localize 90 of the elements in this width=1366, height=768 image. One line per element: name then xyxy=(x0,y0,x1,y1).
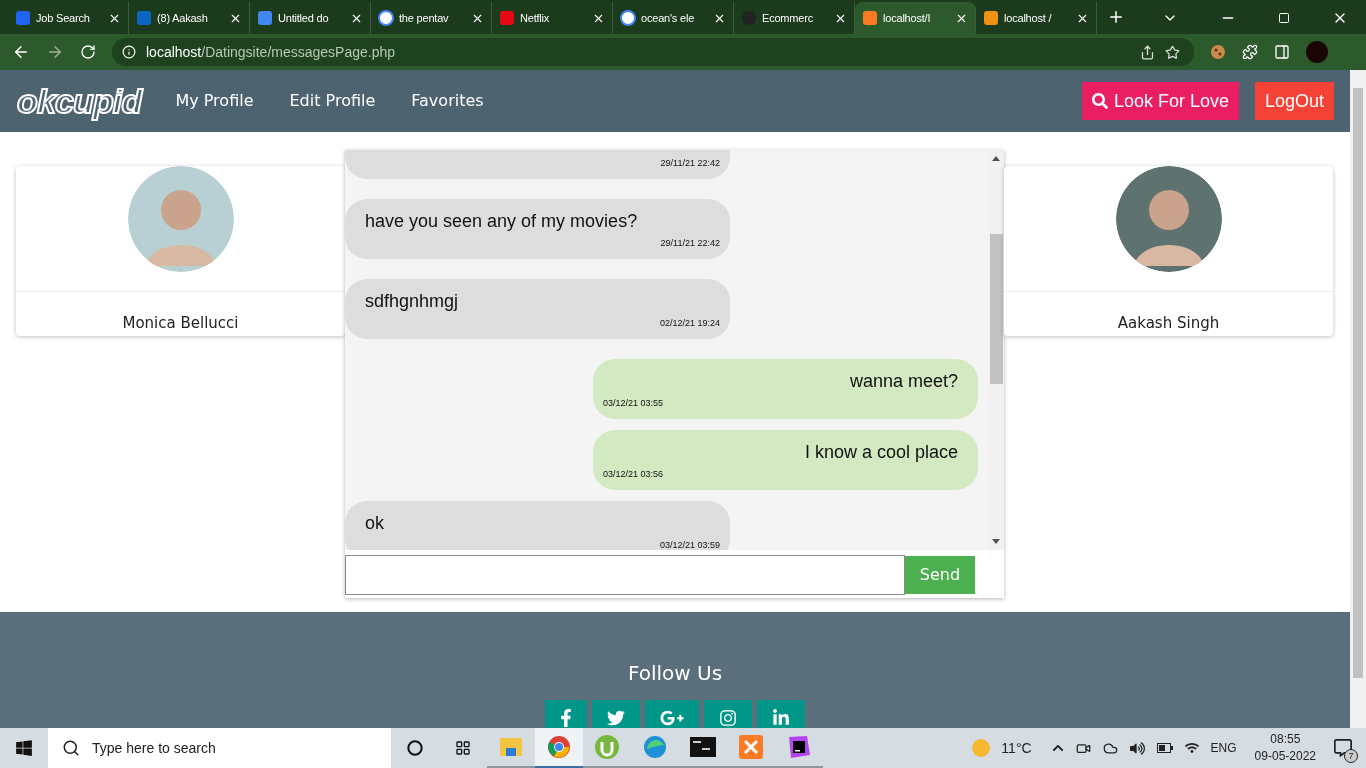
language-indicator[interactable]: ENG xyxy=(1210,739,1237,757)
bookmark-star-icon[interactable] xyxy=(1165,44,1180,60)
search-placeholder: Type here to search xyxy=(92,738,216,758)
message-text: ok xyxy=(365,512,384,535)
side-panel-icon[interactable] xyxy=(1274,44,1290,60)
cookie-icon[interactable] xyxy=(1210,44,1226,60)
tab-favicon-icon xyxy=(862,10,878,26)
tab-favicon-icon xyxy=(620,10,636,26)
tab-title: the pentav xyxy=(399,10,450,26)
message-text: have you seen any of my movies? xyxy=(365,210,638,233)
message-text: sdfhgnhmgj xyxy=(365,290,459,313)
taskbar-search-field[interactable]: Type here to search xyxy=(48,728,391,768)
message-text: wanna meet? xyxy=(849,370,958,393)
share-icon[interactable] xyxy=(1140,44,1155,60)
message-timestamp: 02/12/21 19:24 xyxy=(659,317,720,329)
notifications-icon[interactable] xyxy=(1334,739,1352,757)
tab-title: Untitled do xyxy=(278,10,330,26)
message-text: I know a cool place xyxy=(804,441,958,464)
forward-icon[interactable] xyxy=(46,43,64,61)
cloud-icon[interactable] xyxy=(1102,740,1118,756)
tab-title: ocean's ele xyxy=(641,10,696,26)
scroll-up-arrow-icon[interactable] xyxy=(992,156,1000,161)
look-for-love-button[interactable]: Look For Love xyxy=(1081,82,1239,120)
task-view-icon[interactable] xyxy=(455,740,471,756)
reload-icon[interactable] xyxy=(80,44,96,60)
volume-icon[interactable] xyxy=(1129,740,1145,756)
nav-link[interactable]: Favorites xyxy=(411,89,484,113)
search-icon xyxy=(1091,93,1108,109)
message-input[interactable] xyxy=(345,555,905,595)
cortana-icon[interactable] xyxy=(407,740,423,756)
tab-favicon-icon xyxy=(15,10,31,26)
message-timestamp: 03/12/21 03:55 xyxy=(603,397,664,409)
xampp-icon xyxy=(739,735,763,759)
message-timestamp: 03/12/21 03:56 xyxy=(603,468,664,480)
folder-icon xyxy=(499,736,523,758)
profile-name: Aakash Singh xyxy=(1117,312,1220,334)
address-bar[interactable]: localhost/Datingsite/messagesPage.php xyxy=(112,38,1194,66)
tab-favicon-icon xyxy=(136,10,152,26)
battery-icon[interactable] xyxy=(1156,743,1173,753)
terminal-icon xyxy=(690,737,716,757)
restore-icon[interactable] xyxy=(1278,12,1290,24)
tab-title: Ecommerc xyxy=(762,10,814,26)
social-link[interactable] xyxy=(645,700,699,728)
new-tab-icon[interactable] xyxy=(1107,8,1125,26)
tab-title: localhost/I xyxy=(883,10,932,26)
tab-title: (8) Aakash xyxy=(157,10,209,26)
tab-title: Netflix xyxy=(520,10,551,26)
message-timestamp: 29/11/21 22:42 xyxy=(660,157,720,169)
tab-favicon-icon xyxy=(741,10,757,26)
tab-favicon-icon xyxy=(378,10,394,26)
nav-link[interactable]: My Profile xyxy=(175,89,254,113)
clock-time: 08:55 xyxy=(1270,731,1301,748)
tab-favicon-icon xyxy=(983,10,999,26)
linkedin-icon xyxy=(772,709,790,727)
social-link[interactable] xyxy=(757,700,805,728)
browser-tab[interactable]: localhost/I xyxy=(855,2,976,34)
address-url: localhost/Datingsite/messagesPage.php xyxy=(146,42,397,62)
phpstorm-icon xyxy=(787,735,811,759)
wifi-icon[interactable] xyxy=(1184,741,1199,755)
tab-favicon-icon xyxy=(499,10,515,26)
chevron-up-icon[interactable] xyxy=(1051,742,1064,754)
search-icon xyxy=(62,739,80,757)
temperature[interactable]: 11°C xyxy=(1001,737,1032,759)
extensions-icon[interactable] xyxy=(1242,44,1258,60)
message-timestamp: 29/11/21 22:42 xyxy=(660,237,720,249)
nav-link[interactable]: Edit Profile xyxy=(289,89,376,113)
taskbar-clock[interactable]: 08:55 09-05-2022 xyxy=(1254,731,1316,765)
tab-title: Job Search xyxy=(36,10,91,26)
chrome-icon xyxy=(547,735,571,759)
scrollbar-thumb[interactable] xyxy=(1353,88,1363,678)
profile-name: Monica Bellucci xyxy=(122,312,239,334)
logout-button[interactable]: LogOut xyxy=(1254,82,1334,120)
message-timestamp: 03/12/21 03:59 xyxy=(659,539,720,550)
scrollbar-thumb[interactable] xyxy=(989,234,1003,384)
page-scrollbar[interactable] xyxy=(1350,70,1366,728)
social-link[interactable] xyxy=(545,700,587,728)
twitter-bird-icon xyxy=(607,709,625,727)
social-link[interactable] xyxy=(592,700,640,728)
instagram-icon xyxy=(719,709,737,727)
scroll-down-arrow-icon[interactable] xyxy=(992,539,1000,544)
tab-title: localhost / xyxy=(1004,10,1053,26)
notification-count: 7 xyxy=(1344,749,1358,763)
clock-date: 09-05-2022 xyxy=(1254,748,1316,765)
site-info-icon[interactable] xyxy=(122,45,136,59)
start-icon[interactable] xyxy=(15,739,33,757)
utorrent-icon xyxy=(594,734,620,760)
back-icon[interactable] xyxy=(12,43,30,61)
footer-heading: Follow Us xyxy=(627,660,723,687)
tab-favicon-icon xyxy=(257,10,273,26)
edge-icon xyxy=(643,735,667,759)
